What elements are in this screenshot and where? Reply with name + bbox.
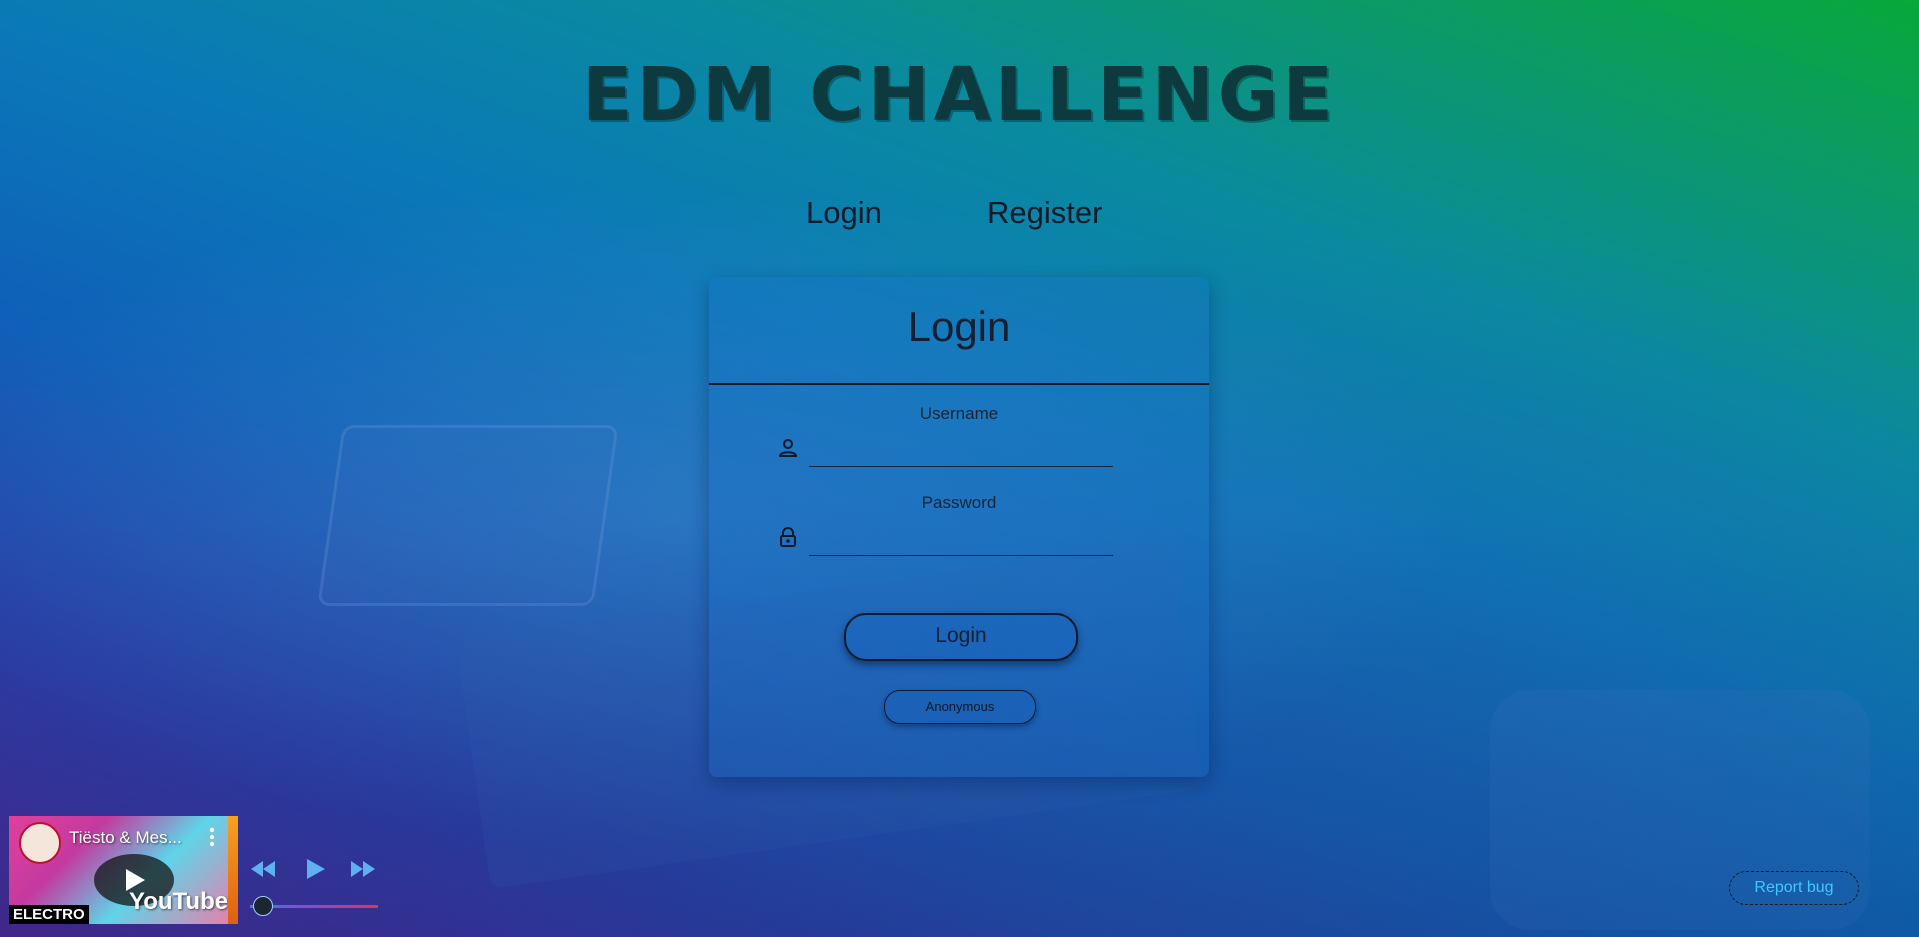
- progress-knob[interactable]: [252, 896, 273, 916]
- page-title: EDM CHALLENGE: [582, 52, 1337, 138]
- lock-icon: [777, 526, 799, 548]
- video-title: Tiësto & Mes...: [69, 828, 182, 847]
- tab-login[interactable]: Login: [806, 195, 882, 231]
- password-label: Password: [921, 493, 997, 512]
- rewind-icon[interactable]: [249, 857, 277, 881]
- tab-register[interactable]: Register: [987, 195, 1102, 231]
- thumbnail-strip: [228, 816, 238, 924]
- login-card-title: Login: [907, 303, 1011, 350]
- username-input[interactable]: [809, 430, 1113, 467]
- genre-label: ELECTRO: [9, 905, 89, 924]
- video-thumbnail[interactable]: Tiësto & Mes... YouTube ELECTRO: [9, 816, 238, 924]
- play-icon[interactable]: [303, 857, 331, 881]
- user-icon: [777, 437, 799, 459]
- username-label: Username: [919, 404, 999, 423]
- more-options-icon[interactable]: [209, 826, 215, 848]
- fast-forward-icon[interactable]: [349, 857, 377, 881]
- report-bug-button[interactable]: Report bug: [1729, 871, 1859, 905]
- login-card: Login Username Password Login Anonymous: [709, 277, 1209, 777]
- auth-tabs: Login Register: [0, 195, 1919, 240]
- login-button[interactable]: Login: [844, 613, 1078, 661]
- password-input[interactable]: [809, 519, 1113, 556]
- channel-avatar: [19, 822, 61, 864]
- youtube-logo: YouTube: [129, 888, 229, 915]
- card-divider: [709, 383, 1209, 385]
- anonymous-button[interactable]: Anonymous: [884, 690, 1036, 724]
